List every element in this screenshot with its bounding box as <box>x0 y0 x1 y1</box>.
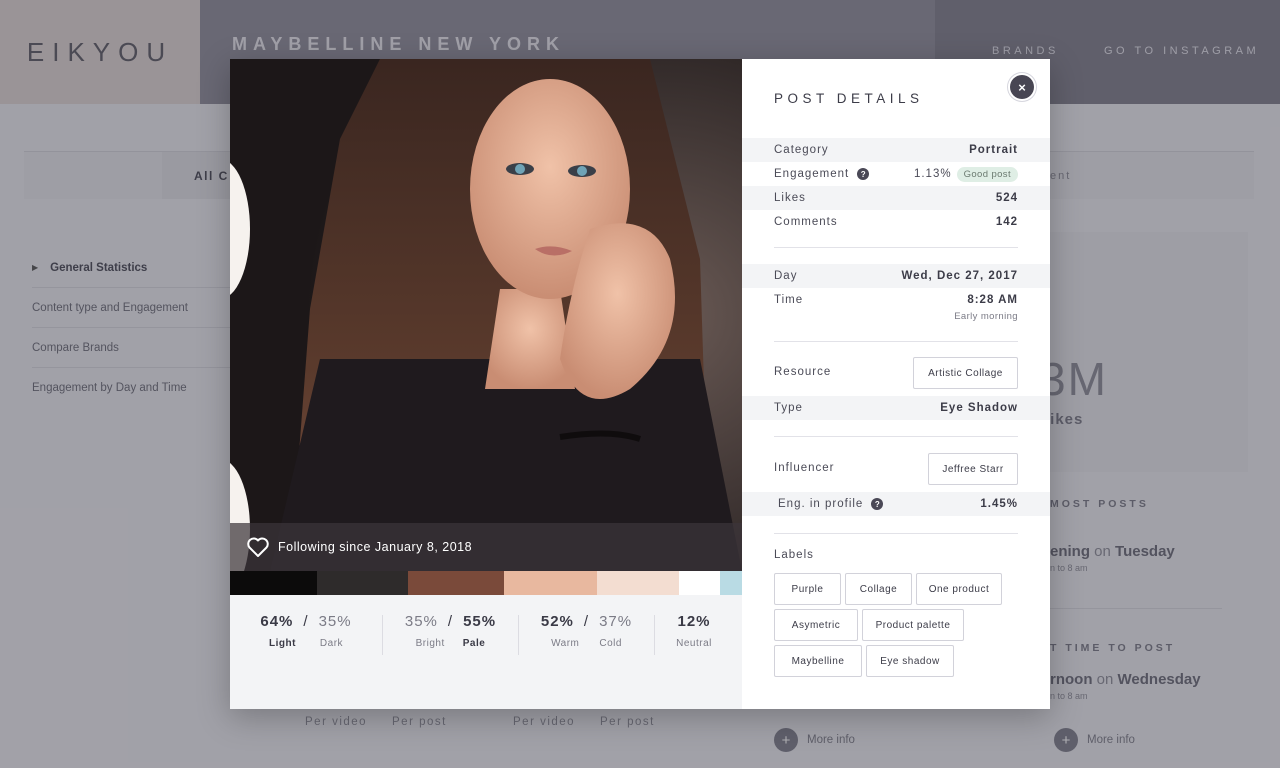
color-palette <box>230 571 742 595</box>
type-row: Type Eye Shadow <box>742 396 1050 420</box>
day-value: Wed, Dec 27, 2017 <box>901 270 1018 282</box>
engagement-label: Engagement <box>774 168 850 180</box>
eng-profile-label: Eng. in profile <box>778 498 864 510</box>
category-value: Portrait <box>969 144 1018 156</box>
warm-percent: 52% <box>540 613 574 630</box>
bright-pale-stat: 35% / 55% Bright Pale <box>383 607 518 649</box>
details-panel: × POST DETAILS Category Portrait Engagem… <box>742 59 1050 709</box>
palette-swatch <box>408 571 504 595</box>
dark-percent: 35% <box>318 613 352 630</box>
type-label: Type <box>774 402 803 414</box>
following-bar: Following since January 8, 2018 <box>230 523 742 571</box>
day-label: Day <box>774 270 798 282</box>
slash-separator: / <box>303 613 309 630</box>
labels-title: Labels <box>774 549 814 561</box>
cold-label: Cold <box>599 638 622 649</box>
bright-label: Bright <box>415 638 445 649</box>
close-icon: × <box>1018 79 1026 95</box>
type-value: Eye Shadow <box>940 402 1018 414</box>
help-icon[interactable]: ? <box>871 498 884 510</box>
label-tag[interactable]: One product <box>916 573 1002 605</box>
time-of-day-note: Early morning <box>954 311 1018 322</box>
neutral-stat: 12% Neutral <box>655 607 733 649</box>
slash-separator: / <box>447 613 454 630</box>
time-row: Time 8:28 AM <box>742 288 1050 312</box>
post-details-modal: Following since January 8, 2018 64% / 35… <box>230 59 1050 709</box>
close-button[interactable]: × <box>1010 75 1034 99</box>
comments-value: 142 <box>995 216 1018 228</box>
resource-button[interactable]: Artistic Collage <box>913 357 1018 389</box>
help-icon[interactable]: ? <box>857 168 870 180</box>
label-tag[interactable]: Asymetric <box>774 609 858 641</box>
comments-row: Comments 142 <box>742 210 1050 234</box>
divider <box>774 341 1018 342</box>
label-tag[interactable]: Collage <box>845 573 912 605</box>
eng-profile-row: Eng. in profile ? 1.45% <box>742 492 1050 516</box>
category-row: Category Portrait <box>742 138 1050 162</box>
likes-label: Likes <box>774 192 806 204</box>
bright-percent: 35% <box>404 613 438 630</box>
comments-label: Comments <box>774 216 838 228</box>
post-photo <box>230 59 742 571</box>
palette-swatch <box>597 571 679 595</box>
time-value: 8:28 AM <box>967 294 1018 306</box>
pale-percent: 55% <box>463 613 497 630</box>
influencer-label: Influencer <box>774 462 835 474</box>
engagement-value: 1.13% <box>913 168 952 180</box>
divider <box>774 533 1018 534</box>
day-row: Day Wed, Dec 27, 2017 <box>742 264 1050 288</box>
influencer-button[interactable]: Jeffree Starr <box>928 453 1018 485</box>
portrait-image <box>230 59 742 571</box>
category-label: Category <box>774 144 829 156</box>
divider <box>774 247 1018 248</box>
dark-label: Dark <box>319 638 344 649</box>
palette-swatch <box>720 571 742 595</box>
post-details-title: POST DETAILS <box>774 91 924 106</box>
neutral-percent: 12% <box>677 613 711 630</box>
eng-profile-value: 1.45% <box>980 498 1018 510</box>
warm-cold-stat: 52% / 37% Warm Cold <box>519 607 654 649</box>
slash-separator: / <box>583 613 590 630</box>
light-label: Light <box>268 638 296 649</box>
palette-swatch <box>230 571 317 595</box>
light-dark-stat: 64% / 35% Light Dark <box>230 607 382 649</box>
palette-swatch <box>679 571 720 595</box>
neutral-label: Neutral <box>676 638 712 649</box>
label-tag[interactable]: Eye shadow <box>866 645 954 677</box>
tone-stats: 64% / 35% Light Dark 35% / 55% Bright Pa… <box>230 607 742 657</box>
palette-swatch <box>504 571 597 595</box>
resource-label: Resource <box>774 366 832 378</box>
pale-label: Pale <box>462 638 486 649</box>
photo-pane: Following since January 8, 2018 64% / 35… <box>230 59 742 709</box>
warm-label: Warm <box>551 638 580 649</box>
palette-swatch <box>317 571 408 595</box>
light-percent: 64% <box>260 613 294 630</box>
divider <box>774 436 1018 437</box>
following-since-text: Following since January 8, 2018 <box>278 540 473 554</box>
cold-percent: 37% <box>599 613 633 630</box>
time-label: Time <box>774 294 804 306</box>
label-tag[interactable]: Maybelline <box>774 645 862 677</box>
good-post-badge: Good post <box>956 166 1018 182</box>
label-tag[interactable]: Product palette <box>862 609 964 641</box>
likes-row: Likes 524 <box>742 186 1050 210</box>
likes-value: 524 <box>995 192 1018 204</box>
engagement-row: Engagement ? 1.13% Good post <box>742 162 1050 186</box>
heart-icon[interactable] <box>246 536 270 558</box>
label-tag[interactable]: Purple <box>774 573 841 605</box>
